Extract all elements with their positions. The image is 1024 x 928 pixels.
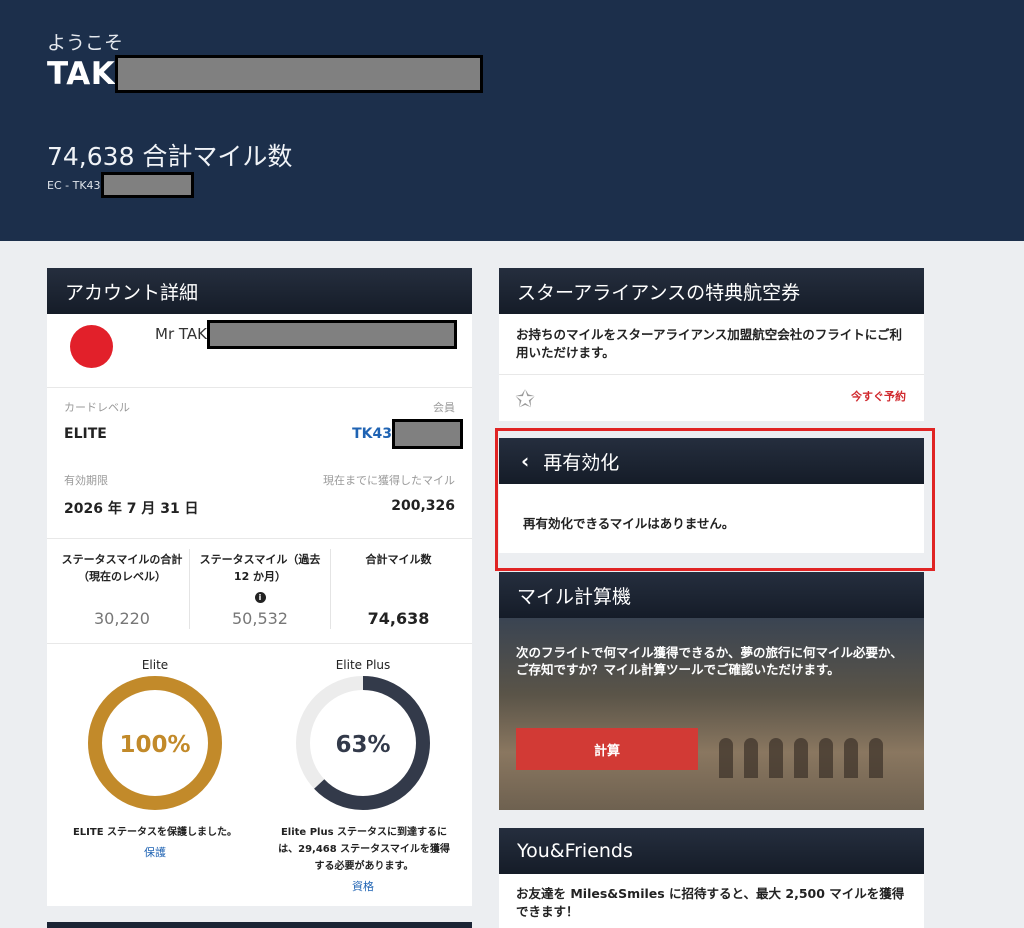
redacted-name-block <box>115 55 484 93</box>
welcome-text: ようこそ <box>47 32 124 54</box>
stat-value: 50,532 <box>232 609 288 628</box>
ring-title-elite-plus: Elite Plus <box>335 658 391 672</box>
star-alliance-footer: ✩ 今すぐ予約 <box>499 374 924 421</box>
info-icon-wrap[interactable]: i <box>193 585 327 604</box>
expiry-label: 有効期限 <box>64 474 108 487</box>
expiry-value: 2026 年 7 月 31 日 <box>64 501 199 517</box>
ring-percent: 63% <box>335 732 390 758</box>
stat-current-level: ステータスマイルの合計（現在のレベル） 30,220 <box>55 539 189 633</box>
user-name: TAK <box>47 56 116 92</box>
avatar <box>70 325 113 368</box>
reactivation-header[interactable]: ‹ 再有効化 <box>499 438 924 484</box>
protect-link[interactable]: 保護 <box>105 844 205 860</box>
arch-shape <box>844 738 858 778</box>
redacted-account-name <box>206 319 457 349</box>
elite-plus-progress-ring: 63% <box>296 676 430 810</box>
earned-miles-label: 現在までに獲得したマイル <box>323 474 455 487</box>
account-details-title: アカウント詳細 <box>47 268 472 314</box>
star-alliance-logo-icon: ✩ <box>515 385 536 413</box>
elite-progress-ring: 100% <box>88 676 222 810</box>
card-level-label: カードレベル <box>64 401 130 414</box>
elite-status-text: ELITE ステータスを保護しました。 <box>72 827 238 838</box>
elite-plus-status-text: Elite Plus ステータスに到達するには、29,468 ステータスマイルを… <box>278 827 450 872</box>
member-number-prefix: TK43 <box>352 426 392 442</box>
arch-shape <box>794 738 808 778</box>
account-user-row: Mr TAK <box>47 314 472 388</box>
divider <box>330 549 331 629</box>
welcome-header: ようこそ TAK 74,638 合計マイル数 EC - TK43 <box>0 0 1024 241</box>
star-alliance-title: スターアライアンスの特典航空券 <box>499 268 924 314</box>
ring-percent: 100% <box>119 732 190 758</box>
you-friends-title: You&Friends <box>499 828 924 874</box>
star-alliance-panel: スターアライアンスの特典航空券 お持ちのマイルをスターアライアンス加盟航空会社の… <box>499 268 924 421</box>
next-panel-edge <box>47 922 472 928</box>
account-name: Mr TAK <box>155 325 207 343</box>
reactivation-panel: ‹ 再有効化 再有効化できるマイルはありません。 <box>499 438 924 553</box>
divider <box>189 549 190 629</box>
stat-total-miles: 合計マイル数 74,638 <box>333 539 464 633</box>
stat-header: ステータスマイル（過去 12 か月） <box>199 553 321 583</box>
total-miles-heading: 74,638 合計マイル数 <box>47 142 293 171</box>
arch-shape <box>819 738 833 778</box>
stat-value: 30,220 <box>94 609 150 628</box>
stat-header: ステータスマイルの合計（現在のレベル） <box>61 553 183 583</box>
redacted-member-block <box>100 172 194 198</box>
arch-shape <box>769 738 783 778</box>
you-friends-panel: You&Friends お友達を Miles&Smiles に招待すると、最大 … <box>499 828 924 928</box>
stat-header: 合計マイル数 <box>365 553 432 566</box>
ring-title-elite: Elite <box>141 658 169 672</box>
qualify-link[interactable]: 資格 <box>313 878 413 894</box>
card-level-value: ELITE <box>64 426 107 442</box>
member-number-row: EC - TK43 <box>47 172 194 198</box>
arch-shape <box>744 738 758 778</box>
status-miles-row: ステータスマイルの合計（現在のレベル） 30,220 ステータスマイル（過去 1… <box>47 538 472 644</box>
miles-calculator-text: 次のフライトで何マイル獲得できるか、夢の旅行に何マイル必要か、ご存知ですか？マイ… <box>516 645 903 677</box>
reactivation-title: 再有効化 <box>543 451 620 474</box>
earned-miles-value: 200,326 <box>391 498 455 514</box>
miles-calculator-title: マイル計算機 <box>499 572 924 618</box>
you-friends-text: お友達を Miles&Smiles に招待すると、最大 2,500 マイルを獲得… <box>516 886 905 919</box>
redacted-member-number <box>392 419 463 449</box>
chevron-left-icon[interactable]: ‹ <box>521 449 529 473</box>
book-now-link[interactable]: 今すぐ予約 <box>851 388 906 404</box>
stat-value: 74,638 <box>367 609 430 628</box>
account-details-panel: アカウント詳細 Mr TAK カードレベル 会員 ELITE TK43 有効期限… <box>47 268 472 906</box>
arch-shape <box>869 738 883 778</box>
arch-shape <box>719 738 733 778</box>
account-name-row: Mr TAK <box>155 319 457 349</box>
calculate-button[interactable]: 計算 <box>516 728 698 770</box>
stat-last-12-months: ステータスマイル（過去 12 か月） i 50,532 <box>193 539 327 633</box>
info-icon[interactable]: i <box>254 592 266 603</box>
member-number-prefix: EC - TK43 <box>47 178 101 192</box>
colosseum-image: 次のフライトで何マイル獲得できるか、夢の旅行に何マイル必要か、ご存知ですか？マイ… <box>499 618 924 810</box>
miles-calculator-panel: マイル計算機 次のフライトで何マイル獲得できるか、夢の旅行に何マイル必要か、ご存… <box>499 572 924 810</box>
member-label: 会員 <box>433 401 455 414</box>
reactivation-message: 再有効化できるマイルはありません。 <box>523 516 735 531</box>
member-number-value: TK43 <box>352 419 463 449</box>
user-name-row: TAK <box>47 55 484 93</box>
star-alliance-text: お持ちのマイルをスターアライアンス加盟航空会社のフライトにご利用いただけます。 <box>516 327 903 360</box>
